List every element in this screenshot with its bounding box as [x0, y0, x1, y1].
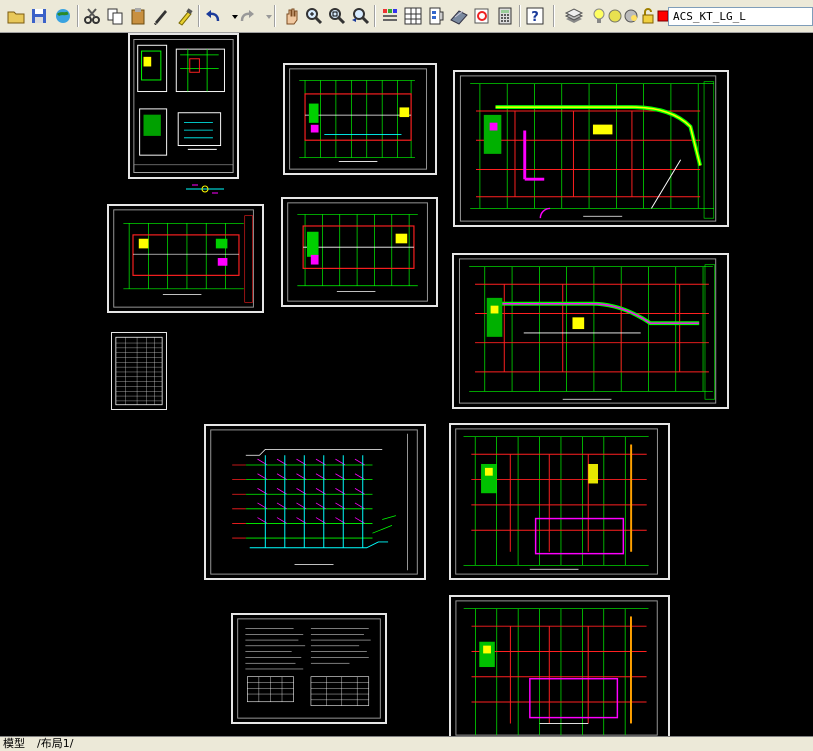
riser-diagram — [210, 429, 418, 575]
pan-icon[interactable] — [281, 6, 301, 26]
redo-dropdown-icon[interactable] — [259, 6, 272, 26]
toolbar-separator — [77, 5, 79, 27]
layer-on-icon[interactable] — [589, 6, 605, 26]
save-icon[interactable] — [29, 6, 49, 26]
floor-plan-sheet[interactable] — [281, 197, 438, 307]
layer-color-icon[interactable] — [653, 6, 669, 26]
tab-model[interactable]: 模型 — [0, 737, 28, 751]
floor-plan-drawing — [289, 68, 428, 170]
zoom-previous-icon[interactable] — [350, 6, 370, 26]
toolbar-separator — [374, 5, 376, 27]
floor-plan-drawing — [458, 258, 717, 404]
model-space-canvas[interactable] — [0, 33, 813, 736]
markup-icon[interactable] — [472, 6, 492, 26]
help-icon[interactable]: ? — [525, 6, 545, 26]
paste-icon[interactable] — [128, 6, 148, 26]
matchprop-icon[interactable] — [151, 6, 171, 26]
toolbar-separator — [553, 5, 555, 27]
floor-plan-sheet[interactable] — [452, 253, 729, 409]
tab-layout1-label: 布局1 — [40, 737, 70, 750]
tab-model-label: 模型 — [3, 737, 25, 750]
toolbar-separator — [519, 5, 521, 27]
floor-plan-sheet[interactable] — [283, 63, 437, 175]
layer-dropdown[interactable]: ACS_KT_LG_L — [668, 7, 813, 26]
layer-manager-icon[interactable] — [564, 6, 584, 26]
floor-plan-drawing — [287, 202, 428, 302]
tab-separator: / — [69, 737, 74, 750]
floor-plan-drawing — [455, 428, 658, 575]
undo-dropdown-icon[interactable] — [225, 6, 238, 26]
floor-plan-drawing — [113, 209, 254, 308]
detail-drawing — [133, 39, 234, 173]
properties-icon[interactable] — [380, 6, 400, 26]
floor-plan-sheet[interactable] — [449, 595, 670, 736]
layer-freeze-icon[interactable] — [605, 6, 622, 26]
design-center-icon[interactable] — [403, 6, 423, 26]
drawing-sheet[interactable] — [128, 33, 239, 179]
toolbar-separator — [274, 5, 276, 27]
floor-plan-sheet[interactable] — [107, 204, 264, 313]
tool-palettes-icon[interactable] — [426, 6, 446, 26]
redo-icon[interactable] — [237, 6, 257, 26]
floor-plan-sheet[interactable] — [449, 423, 670, 580]
drawing-annotation — [182, 181, 228, 195]
riser-diagram-sheet[interactable] — [204, 424, 426, 580]
tab-layout1[interactable]: /布局1/ — [34, 737, 76, 751]
zoom-window-icon[interactable] — [327, 6, 347, 26]
layout-tab-bar: 模型 /布局1/ — [0, 736, 813, 751]
cut-icon[interactable] — [82, 6, 102, 26]
calculator-icon[interactable] — [495, 6, 515, 26]
floor-plan-drawing — [459, 75, 717, 222]
schedule-table — [115, 336, 163, 406]
floor-plan-sheet[interactable] — [453, 70, 729, 227]
brush-icon[interactable] — [174, 6, 194, 26]
copy-icon[interactable] — [105, 6, 125, 26]
svg-text:?: ? — [531, 10, 539, 25]
open-icon[interactable] — [6, 6, 26, 26]
floor-plan-drawing — [455, 600, 658, 736]
layer-lock-icon[interactable] — [638, 6, 654, 26]
layer-viewport-freeze-icon[interactable] — [621, 6, 638, 26]
standard-toolbar: ? ACS_KT_LG_L — [0, 0, 813, 33]
plot-icon[interactable] — [53, 6, 73, 26]
zoom-realtime-icon[interactable] — [304, 6, 324, 26]
sheet-set-icon[interactable] — [449, 6, 469, 26]
undo-icon[interactable] — [203, 6, 223, 26]
design-notes — [237, 618, 381, 719]
schedule-table-sheet[interactable] — [111, 332, 167, 410]
design-notes-sheet[interactable] — [231, 613, 387, 724]
toolbar-separator — [198, 5, 200, 27]
